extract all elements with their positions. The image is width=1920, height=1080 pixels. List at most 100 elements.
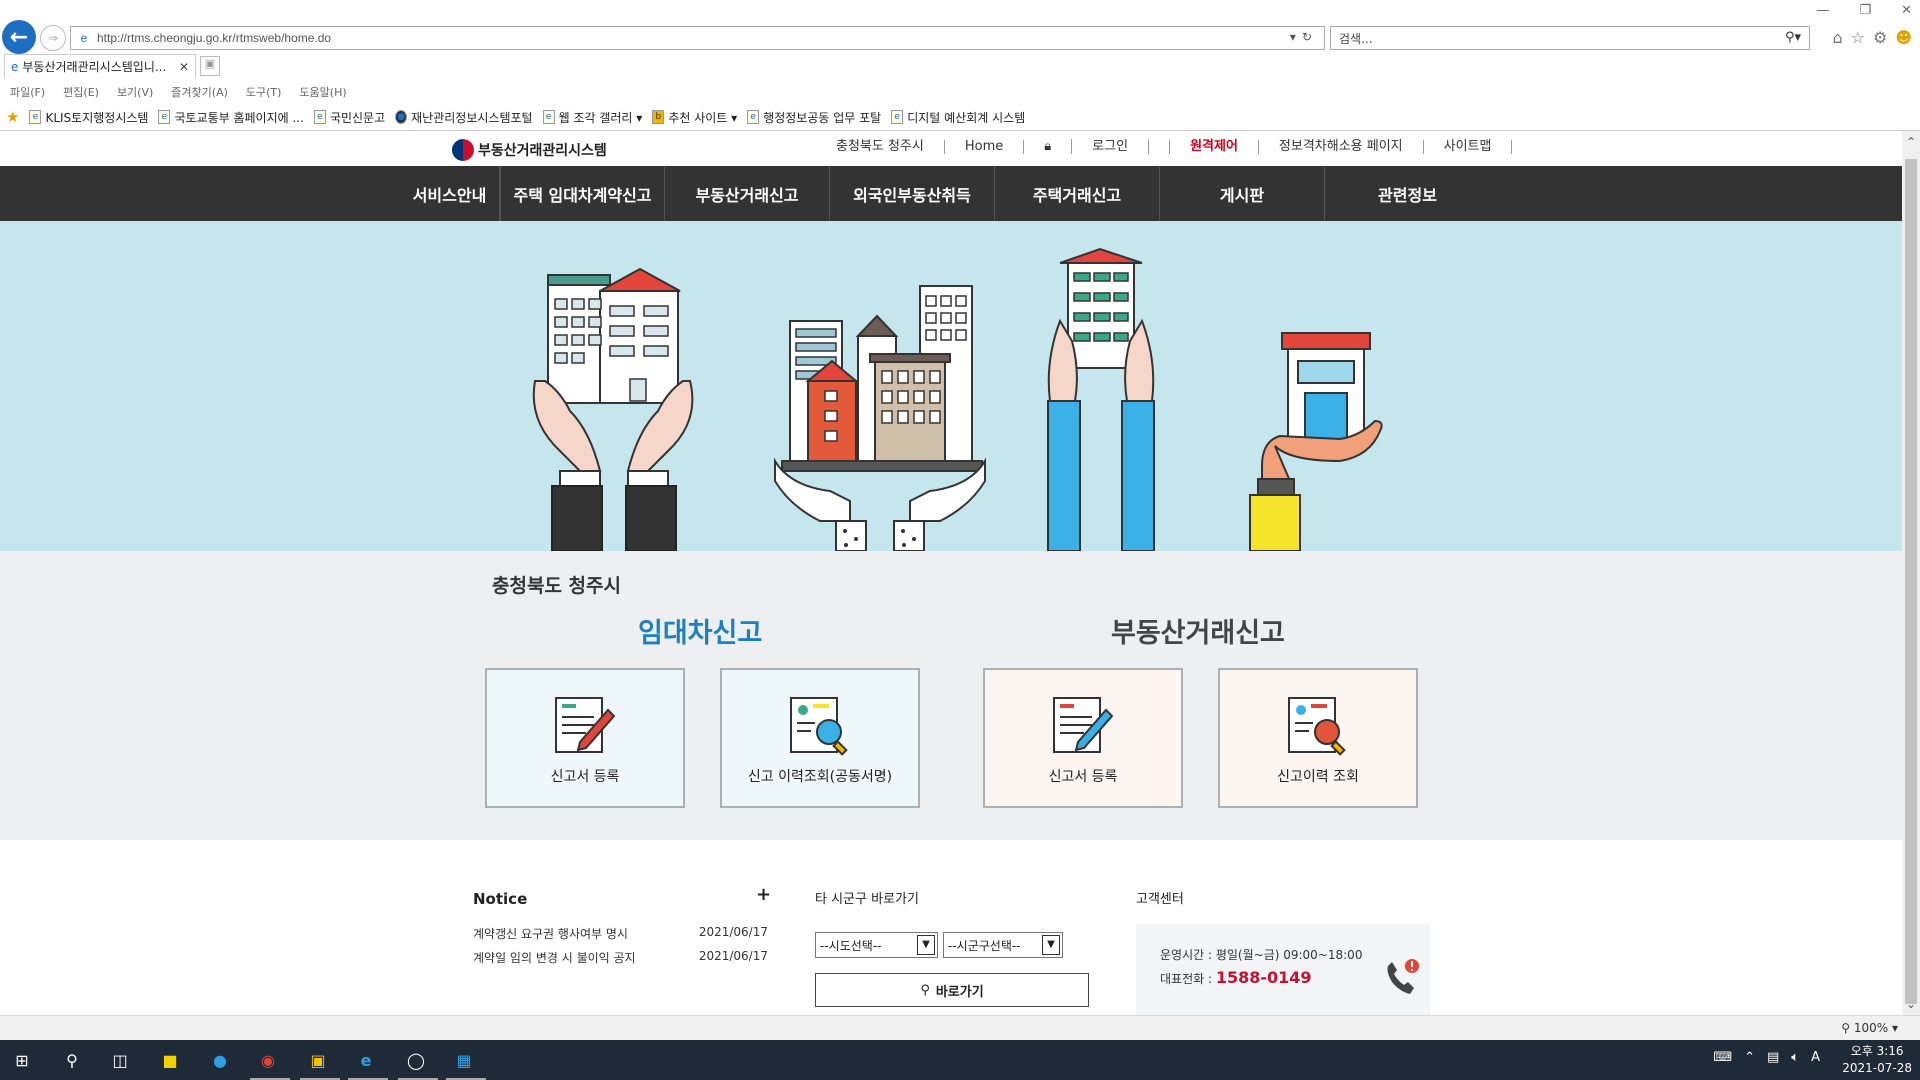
menu-tools[interactable]: 도구(T) — [246, 84, 282, 100]
vertical-scrollbar[interactable]: ⌃ ⌄ — [1902, 131, 1920, 1015]
gear-icon[interactable]: ⚙ — [1873, 28, 1887, 47]
notice-row[interactable]: 계약갱신 요구권 행사여부 명시 2021/06/17 — [473, 925, 768, 942]
tray-chevron-up-icon[interactable]: ⌃ — [1744, 1050, 1755, 1065]
nav-board[interactable]: 게시판 — [1160, 166, 1325, 221]
new-tab-button[interactable]: ▣ — [200, 56, 220, 76]
file-explorer-icon[interactable]: ▣ — [304, 1046, 332, 1074]
notice-date: 2021/06/17 — [698, 949, 768, 963]
fav-item[interactable]: e 국토교통부 홈페이지에 ... — [158, 109, 304, 126]
menu-view[interactable]: 보기(V) — [117, 84, 153, 100]
keyboard-icon[interactable]: ⌨ — [1713, 1050, 1732, 1065]
nav-foreigner-acquisition[interactable]: 외국인부동산취득 — [830, 166, 995, 221]
sticky-notes-icon[interactable]: ■ — [156, 1046, 184, 1074]
lease-register-button[interactable]: 신고서 등록 — [485, 668, 685, 808]
menu-help[interactable]: 도움말(H) — [299, 84, 346, 100]
notice-text: 계약일 임의 변경 시 불이익 공지 — [473, 951, 636, 965]
network-icon[interactable]: ▤ — [1767, 1050, 1779, 1065]
address-bar[interactable]: e http://rtms.cheongju.go.kr/rtmsweb/hom… — [70, 26, 1325, 50]
app-on-icon[interactable]: ◯ — [402, 1046, 430, 1074]
close-icon[interactable]: ✕ — [1901, 3, 1912, 18]
trade-history-label: 신고이력 조회 — [1277, 769, 1359, 785]
page-icon: e — [891, 110, 904, 124]
back-button[interactable]: ← — [2, 20, 36, 54]
browser-tab[interactable]: e 부동산거래관리시스템입니... ✕ — [4, 54, 196, 78]
menu-edit[interactable]: 편집(E) — [63, 84, 99, 100]
chevron-down-icon: ▾ — [1891, 1021, 1898, 1035]
lock-icon: 🔒︎ — [1044, 139, 1073, 154]
search-placeholder: 검색... — [1339, 31, 1373, 46]
util-accessibility-page[interactable]: 정보격차해소용 페이지 — [1259, 140, 1424, 154]
nav-trade-report[interactable]: 부동산거래신고 — [665, 166, 830, 221]
menu-favorites[interactable]: 즐겨찾기(A) — [171, 84, 228, 100]
nav-related-info[interactable]: 관련정보 — [1325, 166, 1490, 221]
nav-service-info[interactable]: 서비스안내 — [400, 166, 500, 221]
clock-date: 2021-07-28 — [1842, 1061, 1912, 1075]
lease-history-button[interactable]: 신고 이력조회(공동서명) — [720, 668, 920, 808]
home-icon[interactable]: ⌂ — [1832, 28, 1842, 47]
page-icon: e — [313, 110, 326, 124]
refresh-icon[interactable]: ↻ — [1302, 30, 1318, 44]
site-logo[interactable]: 부동산거래관리시스템 — [452, 139, 607, 161]
fav-item[interactable]: e 국민신문고 — [313, 109, 385, 126]
scroll-up-icon[interactable]: ⌃ — [1902, 135, 1920, 149]
util-login[interactable]: 🔒︎ 로그인 — [1024, 139, 1171, 154]
tab-close-icon[interactable]: ✕ — [179, 60, 189, 74]
task-view-icon[interactable]: ◫ — [106, 1046, 134, 1074]
fav-item[interactable]: ● 재난관리정보시스템포털 — [395, 109, 533, 126]
hero-illustration — [532, 247, 1383, 551]
document-pen-icon — [1053, 697, 1114, 753]
page-icon: e — [542, 110, 555, 124]
go-shortcut-button[interactable]: ⚲ 바로가기 — [815, 973, 1089, 1007]
status-bar: ⚲ 100% ▾ — [0, 1015, 1920, 1040]
tab-title: 부동산거래관리시스템입니... — [22, 60, 167, 74]
nav-housing-trade[interactable]: 주택거래신고 — [995, 166, 1160, 221]
sigungu-select[interactable]: --시군구선택-- ▼ — [943, 932, 1063, 958]
volume-icon[interactable]: 🔈︎ — [1791, 1050, 1799, 1065]
trade-history-button[interactable]: 신고이력 조회 — [1218, 668, 1418, 808]
zoom-control[interactable]: ⚲ 100% ▾ — [1841, 1021, 1898, 1035]
taskbar-clock[interactable]: 오후 3:16 2021-07-28 — [1842, 1043, 1912, 1077]
fav-item[interactable]: b 추천 사이트 ▾ — [652, 109, 737, 126]
favorites-star[interactable]: ★ — [6, 108, 19, 126]
search-icon[interactable]: ⚲ — [58, 1046, 86, 1074]
edge-icon[interactable]: ● — [206, 1046, 234, 1074]
favorites-star-icon[interactable]: ☆ — [1851, 28, 1865, 47]
fav-item[interactable]: e 디지털 예산회계 시스템 — [891, 109, 1025, 126]
forward-button[interactable]: ⇒ — [40, 25, 66, 51]
scrollbar-thumb[interactable] — [1905, 159, 1917, 1004]
fav-label: 웹 조각 갤러리 ▾ — [558, 110, 643, 125]
ime-indicator[interactable]: A — [1811, 1050, 1820, 1065]
menu-file[interactable]: 파일(F) — [10, 84, 45, 100]
util-region[interactable]: 충청북도 청주시 — [836, 140, 945, 154]
util-sitemap[interactable]: 사이트맵 — [1424, 140, 1513, 154]
dropdown-icon[interactable]: ▾ — [1290, 30, 1302, 44]
app-window-icon[interactable]: ▦ — [450, 1046, 478, 1074]
fav-item[interactable]: e KLIS토지행정시스템 — [29, 109, 148, 126]
sido-select[interactable]: --시도선택-- ▼ — [815, 932, 938, 958]
minimize-icon[interactable]: — — [1816, 3, 1829, 18]
search-input[interactable]: 검색... ⚲▾ — [1330, 26, 1810, 50]
notice-more-button[interactable]: + — [756, 884, 771, 905]
notice-row[interactable]: 계약일 임의 변경 시 불이익 공지 2021/06/17 — [473, 949, 768, 966]
internet-explorer-icon[interactable]: e — [352, 1046, 380, 1074]
smiley-icon[interactable]: ☻ — [1895, 28, 1912, 47]
nav-lease-report[interactable]: 주택 임대차계약신고 — [500, 166, 665, 221]
scroll-down-icon[interactable]: ⌄ — [1902, 997, 1920, 1011]
zoom-level: 100% — [1853, 1021, 1889, 1035]
fav-label: 디지털 예산회계 시스템 — [907, 110, 1026, 125]
arrow-left-icon: ← — [9, 24, 29, 50]
restore-icon[interactable]: ❐ — [1859, 3, 1871, 18]
address-controls[interactable]: ▾↻ — [1290, 30, 1318, 44]
document-pen-icon — [555, 697, 616, 753]
util-remote-control[interactable]: 원격제어 — [1170, 140, 1259, 154]
chrome-icon[interactable]: ◉ — [254, 1046, 282, 1074]
util-home[interactable]: Home — [945, 140, 1025, 154]
search-icon: ⚲ — [920, 982, 930, 998]
new-tab-icon: ▣ — [204, 57, 216, 70]
fav-item[interactable]: e 행정정보공동 업무 포탈 — [747, 109, 881, 126]
windows-start-icon[interactable]: ⊞ — [8, 1046, 36, 1074]
fav-item[interactable]: e웹 조각 갤러리 ▾ — [542, 109, 643, 126]
trade-register-button[interactable]: 신고서 등록 — [983, 668, 1183, 808]
shortcut-title: 타 시군구 바로가기 — [815, 892, 919, 907]
search-icon[interactable]: ⚲▾ — [1785, 30, 1801, 45]
